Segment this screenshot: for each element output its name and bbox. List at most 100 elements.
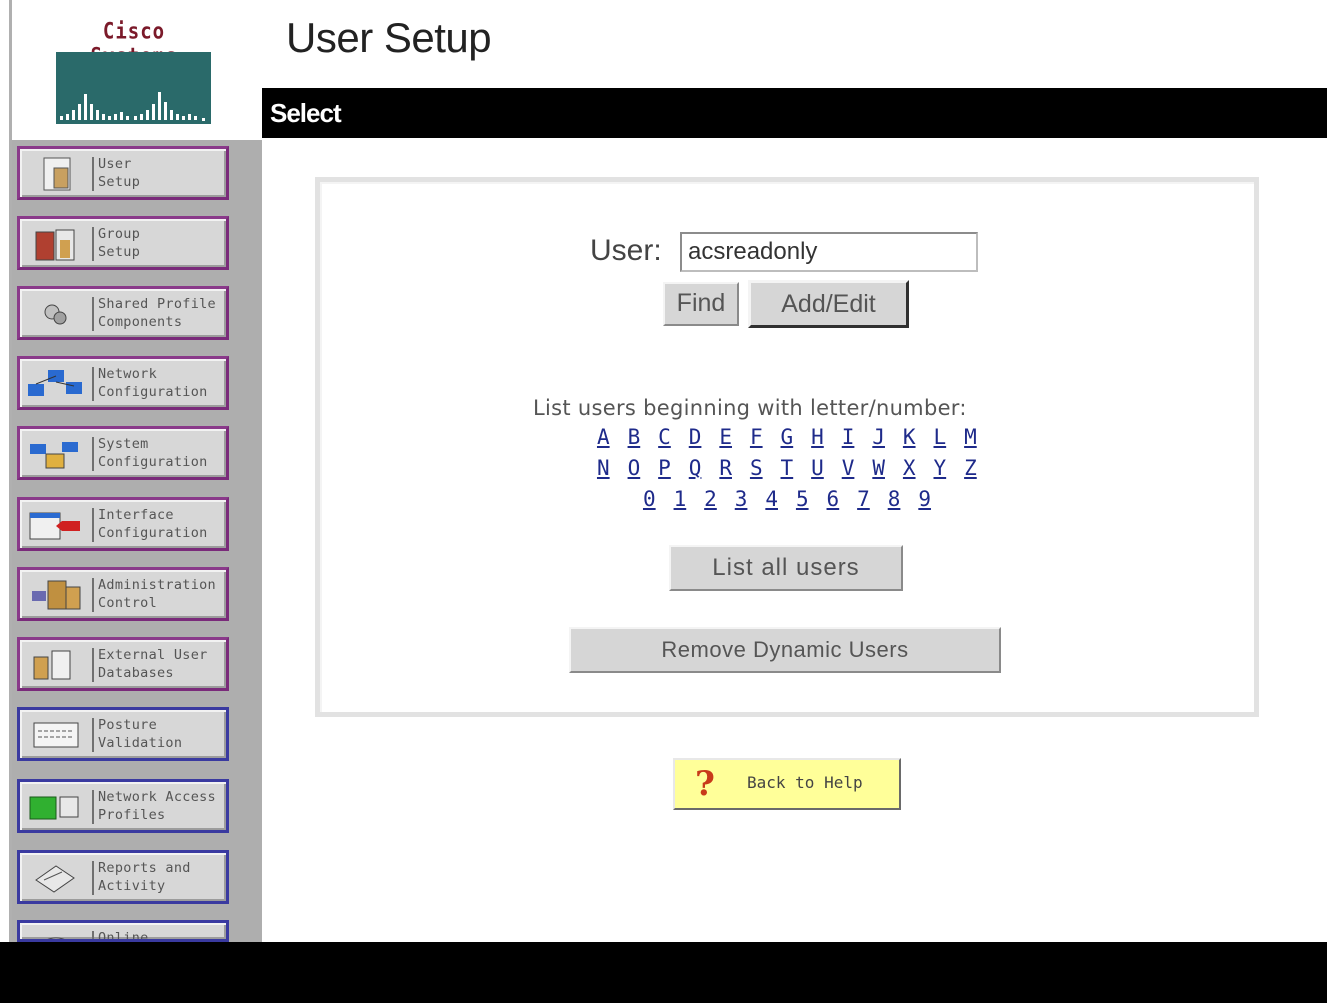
letter-link[interactable]: U bbox=[802, 456, 833, 480]
back-to-help-label: Back to Help bbox=[747, 773, 863, 792]
letter-link[interactable]: P bbox=[649, 456, 680, 480]
letter-link[interactable]: B bbox=[619, 425, 650, 449]
separator bbox=[92, 931, 94, 939]
letter-link[interactable]: Q bbox=[680, 456, 711, 480]
remove-dynamic-users-button[interactable]: Remove Dynamic Users bbox=[569, 627, 1001, 673]
user-label: User: bbox=[590, 234, 662, 267]
letter-link[interactable]: T bbox=[772, 456, 803, 480]
letter-link[interactable]: Y bbox=[925, 456, 956, 480]
digit-link[interactable]: 2 bbox=[695, 487, 726, 511]
letter-link[interactable]: R bbox=[710, 456, 741, 480]
letter-link[interactable]: C bbox=[649, 425, 680, 449]
letter-link[interactable]: J bbox=[863, 425, 894, 449]
separator bbox=[92, 861, 94, 895]
letter-link[interactable]: S bbox=[741, 456, 772, 480]
digit-link[interactable]: 5 bbox=[787, 487, 818, 511]
cisco-logo: Cisco Systems bbox=[50, 19, 220, 124]
digit-link[interactable]: 9 bbox=[909, 487, 940, 511]
letter-link[interactable]: D bbox=[680, 425, 711, 449]
page-title: User Setup bbox=[286, 14, 492, 61]
sidebar-item-label: Network Access Profiles bbox=[98, 789, 216, 823]
logo-bars-icon bbox=[56, 52, 211, 124]
sidebar-item-administration-control[interactable]: Administration Control bbox=[17, 567, 229, 621]
user-input[interactable] bbox=[680, 232, 978, 272]
letter-link[interactable]: L bbox=[925, 425, 956, 449]
sidebar-item-online[interactable]: Online bbox=[17, 920, 229, 942]
section-title: Select bbox=[270, 98, 342, 128]
letter-link[interactable]: N bbox=[588, 456, 619, 480]
letter-link[interactable]: F bbox=[741, 425, 772, 449]
sidebar-item-network-configuration[interactable]: Network Configuration bbox=[17, 356, 229, 410]
sidebar-item-label: System Configuration bbox=[98, 436, 208, 470]
letter-link[interactable]: H bbox=[802, 425, 833, 449]
digit-link[interactable]: 7 bbox=[848, 487, 879, 511]
shared-profile-icon bbox=[44, 304, 67, 325]
sidebar-item-external-user-databases[interactable]: External User Databases bbox=[17, 637, 229, 691]
group-setup-icon bbox=[35, 229, 75, 261]
separator bbox=[92, 790, 94, 824]
digit-link[interactable]: 0 bbox=[634, 487, 665, 511]
digit-link[interactable]: 1 bbox=[665, 487, 696, 511]
sidebar-item-label: Network Configuration bbox=[98, 366, 208, 400]
help-question-icon: ? bbox=[695, 764, 715, 804]
admin-control-icon bbox=[32, 580, 81, 610]
back-to-help-button[interactable]: ? Back to Help bbox=[673, 758, 901, 810]
sidebar-item-system-configuration[interactable]: System Configuration bbox=[17, 426, 229, 480]
network-config-icon bbox=[28, 370, 82, 396]
network-access-profiles-icon bbox=[29, 796, 79, 820]
list-users-prompt: List users beginning with letter/number: bbox=[533, 396, 967, 420]
digit-link[interactable]: 8 bbox=[879, 487, 910, 511]
letter-link[interactable]: Z bbox=[955, 456, 986, 480]
reports-activity-icon bbox=[35, 865, 75, 893]
letter-link[interactable]: W bbox=[863, 456, 894, 480]
sidebar-item-label: User Setup bbox=[98, 156, 141, 190]
sidebar-item-label: External User Databases bbox=[98, 647, 208, 681]
separator bbox=[92, 297, 94, 331]
separator bbox=[92, 367, 94, 401]
sidebar-item-group-setup[interactable]: Group Setup bbox=[17, 216, 229, 270]
interface-config-icon bbox=[29, 512, 80, 540]
section-header: Select bbox=[262, 88, 1327, 138]
letter-link[interactable]: I bbox=[833, 425, 864, 449]
list-all-users-button[interactable]: List all users bbox=[669, 545, 903, 591]
letter-link[interactable]: A bbox=[588, 425, 619, 449]
sidebar-item-reports-and-activity[interactable]: Reports and Activity bbox=[17, 850, 229, 904]
separator bbox=[92, 578, 94, 612]
add-edit-button[interactable]: Add/Edit bbox=[748, 280, 909, 328]
separator bbox=[92, 227, 94, 261]
sidebar-item-shared-profile[interactable]: Shared Profile Components bbox=[17, 286, 229, 340]
letter-links-row-2: NOPQRSTUVWXYZ bbox=[588, 456, 986, 486]
sidebar-item-network-access-profiles[interactable]: Network Access Profiles bbox=[17, 779, 229, 833]
sidebar-item-posture-validation[interactable]: Posture Validation bbox=[17, 707, 229, 761]
letter-link[interactable]: G bbox=[772, 425, 803, 449]
online-docs-icon bbox=[47, 937, 65, 939]
letter-link[interactable]: E bbox=[710, 425, 741, 449]
bottom-bar bbox=[0, 942, 1327, 1003]
digit-link[interactable]: 3 bbox=[726, 487, 757, 511]
sidebar-item-label: Shared Profile Components bbox=[98, 296, 216, 330]
digit-link[interactable]: 6 bbox=[818, 487, 849, 511]
letter-links-row-1: ABCDEFGHIJKLM bbox=[588, 425, 986, 455]
sidebar-item-label: Administration Control bbox=[98, 577, 216, 611]
find-button[interactable]: Find bbox=[663, 282, 739, 326]
external-db-icon bbox=[33, 650, 71, 680]
sidebar-item-user-setup[interactable]: User Setup bbox=[17, 146, 229, 200]
separator bbox=[92, 648, 94, 682]
sidebar-item-interface-configuration[interactable]: Interface Configuration bbox=[17, 497, 229, 551]
digit-link[interactable]: 4 bbox=[756, 487, 787, 511]
sidebar-item-label: Interface Configuration bbox=[98, 507, 208, 541]
sidebar-item-label: Group Setup bbox=[98, 226, 141, 260]
letter-link[interactable]: M bbox=[955, 425, 986, 449]
letter-link[interactable]: K bbox=[894, 425, 925, 449]
separator bbox=[92, 157, 94, 191]
separator bbox=[92, 508, 94, 542]
separator bbox=[92, 437, 94, 471]
letter-link[interactable]: V bbox=[833, 456, 864, 480]
digit-links-row: 0123456789 bbox=[634, 487, 940, 517]
system-config-icon bbox=[30, 442, 78, 469]
letter-link[interactable]: X bbox=[894, 456, 925, 480]
sidebar-item-label: Posture Validation bbox=[98, 717, 183, 751]
posture-validation-icon bbox=[33, 722, 79, 748]
letter-link[interactable]: O bbox=[619, 456, 650, 480]
separator bbox=[92, 718, 94, 752]
